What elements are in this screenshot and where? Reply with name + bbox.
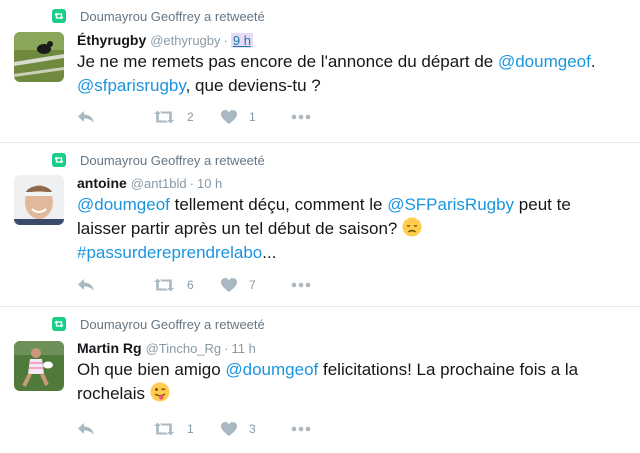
like-button[interactable]: 1	[221, 110, 291, 124]
tweet-timestamp[interactable]: 9 h	[230, 33, 253, 48]
more-button[interactable]	[291, 282, 311, 288]
reply-button[interactable]	[77, 422, 133, 436]
retweet-context: Doumayrou Geoffrey a retweeté	[52, 150, 265, 170]
tweet-actions: 2 1	[77, 110, 339, 124]
like-count: 7	[249, 278, 256, 292]
mention-link[interactable]: @doumgeof	[225, 360, 318, 379]
tweet[interactable]: Doumayrou Geoffrey a retweeté Martin Rg …	[0, 307, 640, 453]
author-handle[interactable]: @Tincho_Rg	[146, 341, 222, 356]
retweet-badge-icon	[52, 317, 66, 331]
retweet-icon	[154, 278, 174, 292]
author-name[interactable]: Martin Rg	[77, 340, 142, 356]
retweet-context-text[interactable]: Doumayrou Geoffrey a retweeté	[80, 9, 265, 24]
more-icon	[291, 426, 311, 432]
tweet-actions: 1 3	[77, 422, 339, 436]
winking-tongue-face-icon	[150, 382, 170, 402]
text-segment: felicitations! La prochaine fois a la	[318, 360, 579, 379]
retweet-count: 1	[187, 422, 194, 436]
tweet-text: Je ne me remets pas encore de l'annonce …	[77, 50, 625, 98]
retweet-count: 6	[187, 278, 194, 292]
reply-button[interactable]	[77, 278, 133, 292]
retweet-context: Doumayrou Geoffrey a retweeté	[52, 6, 265, 26]
tweet-text: Oh que bien amigo @doumgeof felicitation…	[77, 358, 625, 406]
mention-link[interactable]: @doumgeof	[498, 52, 591, 71]
retweet-button[interactable]: 2	[153, 110, 221, 124]
tweet[interactable]: Doumayrou Geoffrey a retweeté Éthyrugby …	[0, 0, 640, 143]
retweet-icon	[154, 422, 174, 436]
retweet-count: 2	[187, 110, 194, 124]
reply-icon	[78, 279, 94, 291]
tweet-actions: 6 7	[77, 278, 339, 292]
reply-button[interactable]	[77, 110, 133, 124]
text-segment: Je ne me remets pas encore de l'annonce …	[77, 52, 498, 71]
avatar[interactable]	[14, 32, 64, 82]
heart-icon	[221, 110, 237, 124]
text-segment: peut te	[514, 195, 571, 214]
author-name[interactable]: Éthyrugby	[77, 32, 146, 48]
tweet-header: Martin Rg @Tincho_Rg · 11 h	[77, 340, 256, 356]
reply-icon	[78, 423, 94, 435]
mention-link[interactable]: @doumgeof	[77, 195, 170, 214]
retweet-badge-icon	[52, 9, 66, 23]
avatar[interactable]	[14, 175, 64, 225]
heart-icon	[221, 278, 237, 292]
tweet-text: @doumgeof tellement déçu, comment le @SF…	[77, 193, 625, 265]
reply-icon	[78, 111, 94, 123]
more-button[interactable]	[291, 114, 311, 120]
like-button[interactable]: 3	[221, 422, 291, 436]
mention-link[interactable]: @SFParisRugby	[387, 195, 514, 214]
retweet-button[interactable]: 6	[153, 278, 221, 292]
tweet-timestamp[interactable]: 10 h	[197, 176, 222, 191]
text-segment: ...	[262, 243, 277, 262]
author-name[interactable]: antoine	[77, 175, 127, 191]
author-handle[interactable]: @ant1bld	[131, 176, 187, 191]
retweet-button[interactable]: 1	[153, 422, 221, 436]
separator: ·	[223, 33, 228, 48]
retweet-badge-icon	[52, 153, 66, 167]
text-segment: tellement déçu, comment le	[169, 195, 388, 214]
heart-icon	[221, 422, 237, 436]
more-button[interactable]	[291, 426, 311, 432]
mention-link[interactable]: @sfparisrugby	[77, 76, 186, 95]
like-count: 1	[249, 110, 256, 124]
tweet-header: antoine @ant1bld · 10 h	[77, 175, 222, 191]
retweet-context-text[interactable]: Doumayrou Geoffrey a retweeté	[80, 153, 265, 168]
hashtag-link[interactable]: #passurdereprendrelabo	[77, 243, 262, 262]
like-count: 3	[249, 422, 256, 436]
tweet-timestamp[interactable]: 11 h	[232, 341, 256, 356]
disappointed-face-icon	[402, 217, 422, 237]
avatar[interactable]	[14, 341, 64, 391]
retweet-icon	[154, 110, 174, 124]
more-icon	[291, 114, 311, 120]
text-segment: Oh que bien amigo	[77, 360, 226, 379]
tweet-header: Éthyrugby @ethyrugby · 9 h	[77, 32, 253, 48]
text-segment: , que deviens-tu ?	[185, 76, 321, 95]
text-segment: .	[590, 52, 596, 71]
more-icon	[291, 282, 311, 288]
separator: ·	[224, 341, 229, 356]
text-segment: rochelais	[77, 384, 150, 403]
text-segment: laisser partir après un tel début de sai…	[77, 219, 403, 238]
separator: ·	[189, 176, 194, 191]
author-handle[interactable]: @ethyrugby	[150, 33, 220, 48]
like-button[interactable]: 7	[221, 278, 291, 292]
tweet[interactable]: Doumayrou Geoffrey a retweeté antoine @a…	[0, 143, 640, 307]
retweet-context: Doumayrou Geoffrey a retweeté	[52, 314, 265, 334]
retweet-context-text[interactable]: Doumayrou Geoffrey a retweeté	[80, 317, 265, 332]
